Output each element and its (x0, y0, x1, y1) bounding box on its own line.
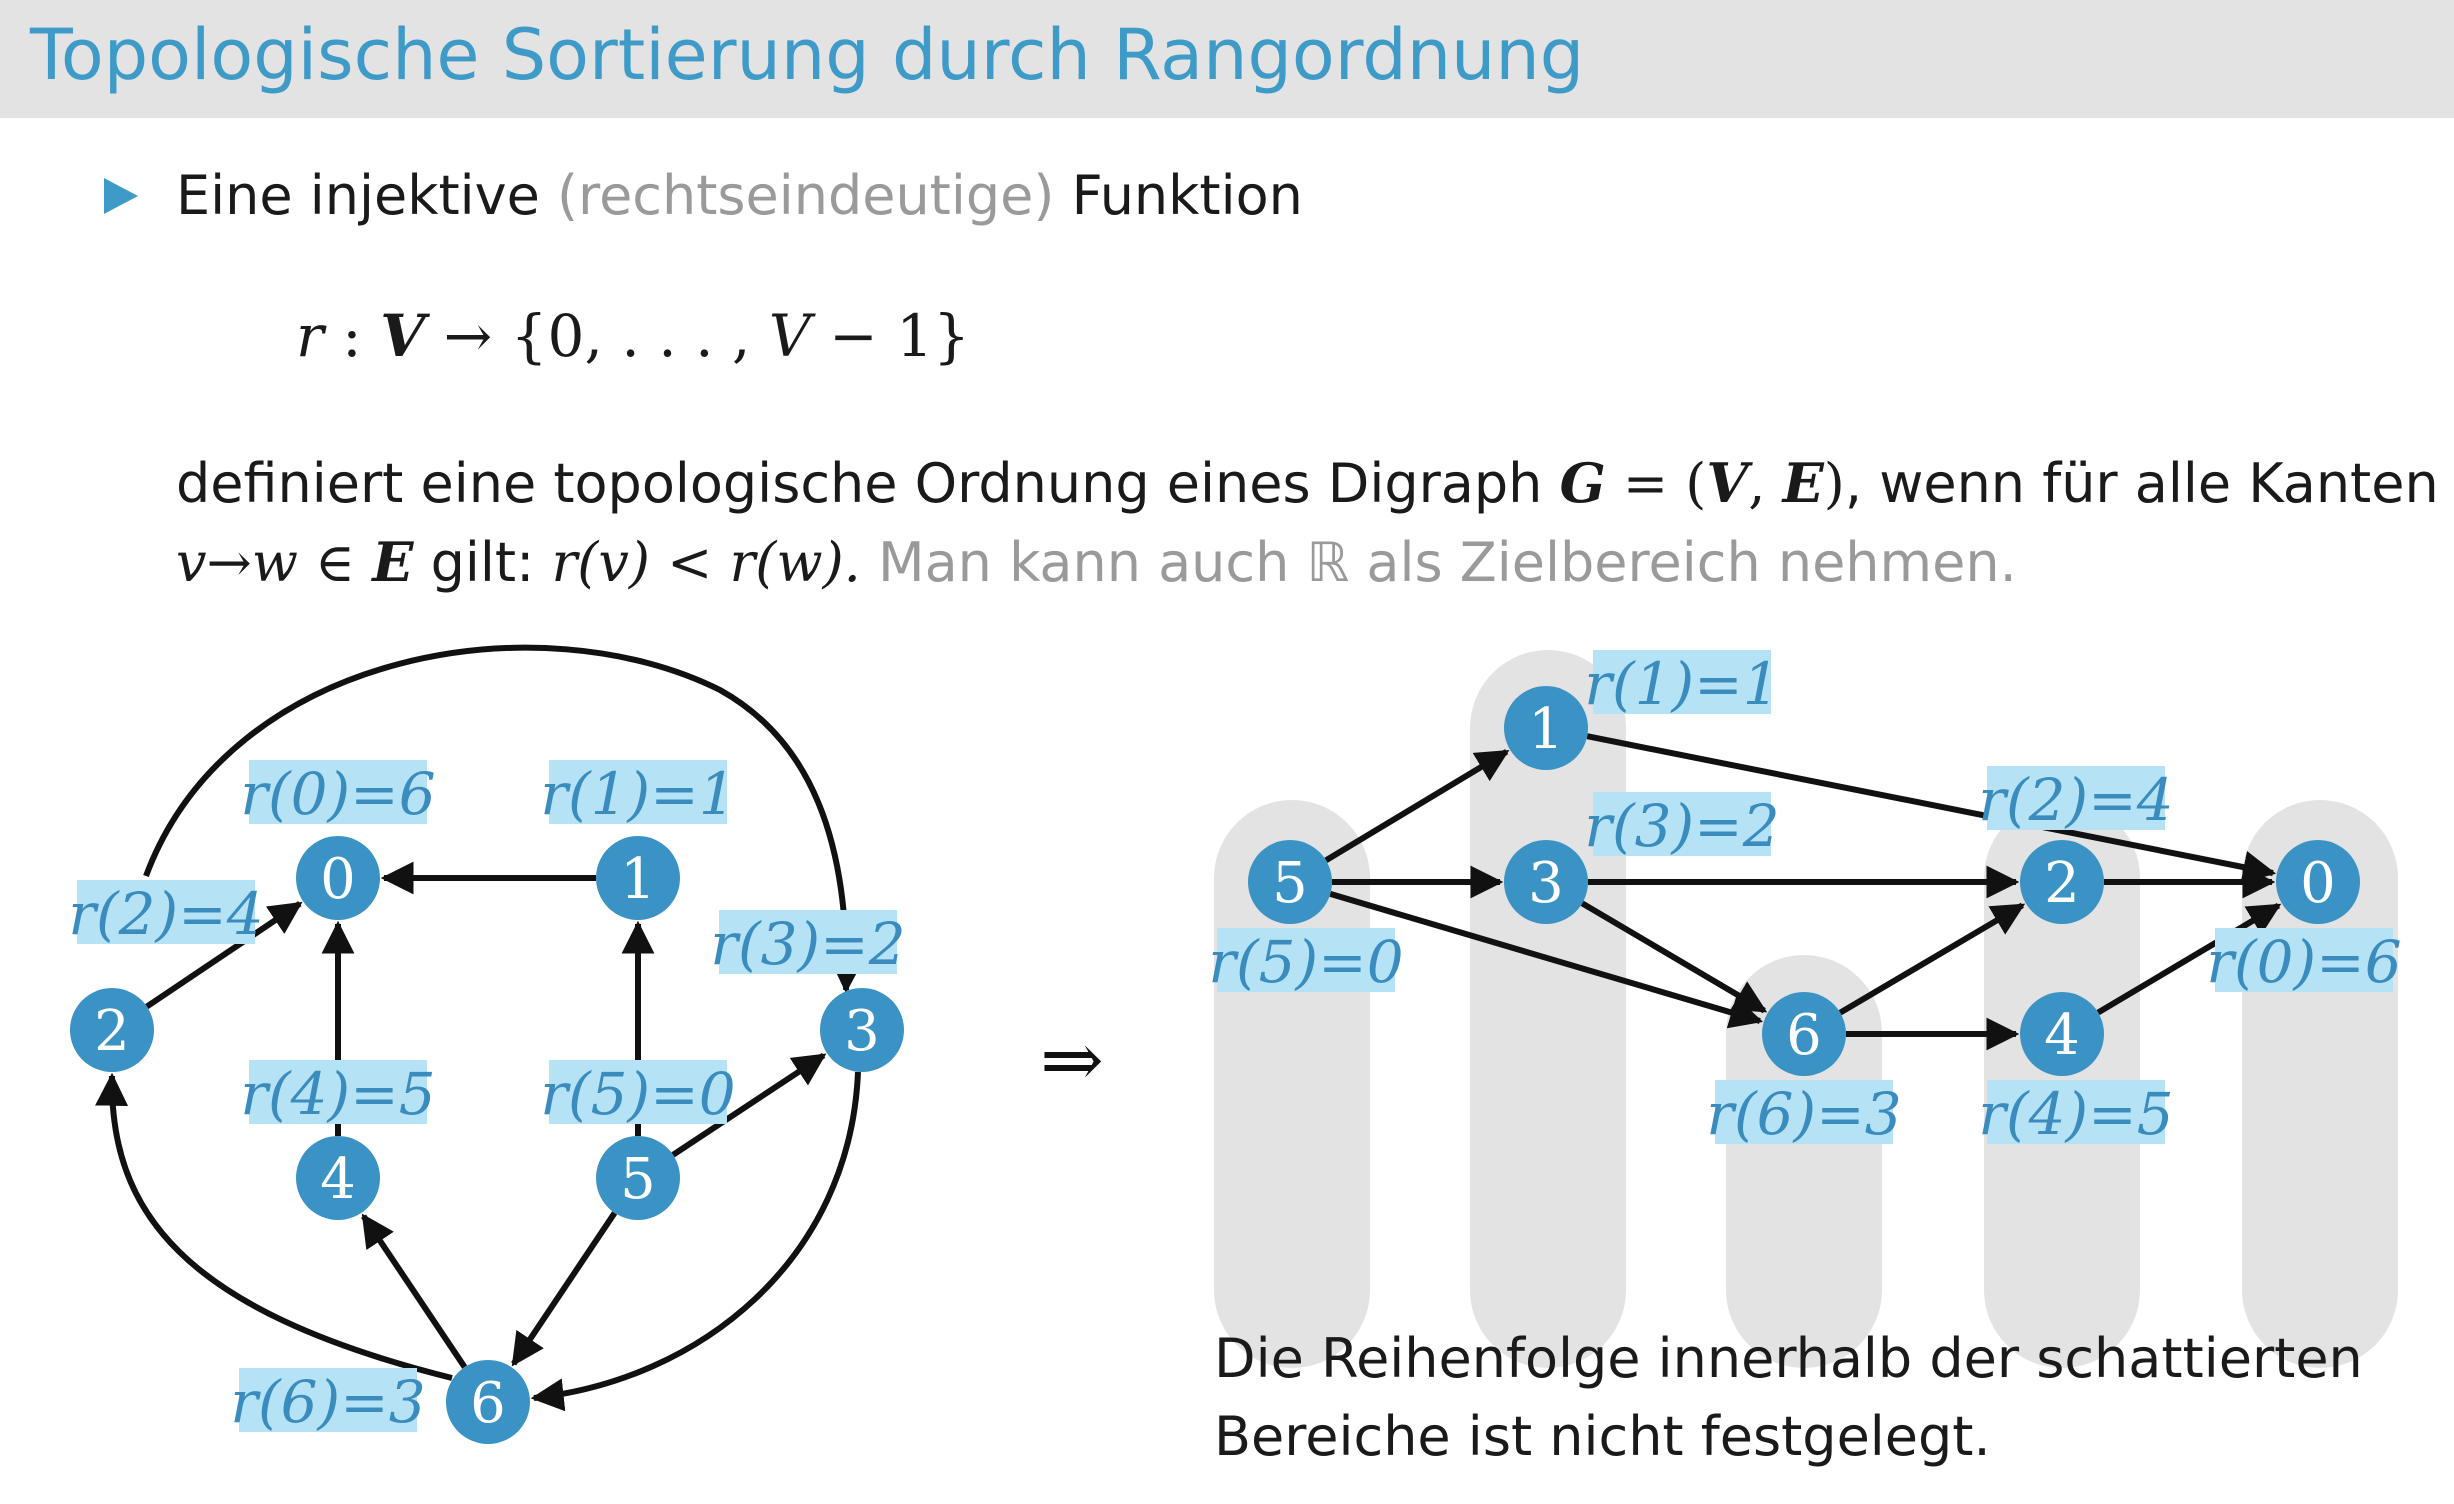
edge-left-6-4 (361, 1213, 468, 1369)
svg-text:r(6)=3: r(6)=3 (230, 1368, 425, 1436)
node-left-1: 1 (596, 836, 680, 920)
svg-text:r(4)=5: r(4)=5 (1978, 1080, 2173, 1148)
svg-text:2: 2 (2044, 851, 2080, 916)
node-right-0: 0 (2276, 840, 2360, 924)
graphs-svg: r(0)=6 r(1)=1 r(2)=4 r(3)=2 r(4)=5 r(5)=0 r(6)… (68, 644, 2402, 1444)
svg-text:r(1)=1: r(1)=1 (540, 760, 735, 828)
edge-left-5-6 (511, 1211, 618, 1367)
rank-label-right-0: r(0)=6 (2206, 928, 2402, 996)
svg-text:r(6)=3: r(6)=3 (1706, 1080, 1901, 1148)
rank-label-right-2: r(2)=4 (1978, 766, 2174, 834)
svg-text:6: 6 (470, 1371, 506, 1436)
svg-text:4: 4 (2044, 1003, 2080, 1068)
svg-text:5: 5 (1272, 851, 1308, 916)
shaded-region-note: Die Reihenfolge innerhalb der schattiert… (1214, 1320, 2363, 1476)
node-right-4: 4 (2020, 992, 2104, 1076)
svg-text:r(3)=2: r(3)=2 (1584, 792, 1779, 860)
svg-text:2: 2 (94, 999, 130, 1064)
svg-text:1: 1 (1528, 697, 1564, 762)
svg-text:4: 4 (320, 1147, 356, 1212)
svg-text:r(2)=4: r(2)=4 (1978, 766, 2173, 834)
node-left-2: 2 (70, 988, 154, 1072)
rank-label-right-5: r(5)=0 (1208, 928, 1404, 996)
node-right-3: 3 (1504, 840, 1588, 924)
node-left-0: 0 (296, 836, 380, 920)
node-right-2: 2 (2020, 840, 2104, 924)
node-left-3: 3 (820, 988, 904, 1072)
rank-label-left-2: r(2)=4 (68, 880, 264, 948)
rank-label-right-1: r(1)=1 (1584, 650, 1780, 718)
rank-label-left-4: r(4)=5 (240, 1060, 436, 1128)
rank-label-right-3: r(3)=2 (1584, 792, 1780, 860)
rank-label-right-4: r(4)=5 (1978, 1080, 2174, 1148)
rank-label-left-1: r(1)=1 (540, 760, 736, 828)
svg-text:r(3)=2: r(3)=2 (710, 910, 905, 978)
svg-text:r(0)=6: r(0)=6 (240, 760, 435, 828)
implies-arrow: ⇒ (1040, 1015, 1104, 1104)
svg-text:6: 6 (1786, 1003, 1822, 1068)
node-right-1: 1 (1504, 686, 1588, 770)
left-graph-edges (95, 644, 864, 1412)
svg-text:0: 0 (2300, 851, 2336, 916)
svg-text:3: 3 (844, 999, 880, 1064)
svg-text:1: 1 (620, 847, 656, 912)
svg-text:r(2)=4: r(2)=4 (68, 880, 263, 948)
rank-label-left-0: r(0)=6 (240, 760, 436, 828)
svg-text:0: 0 (320, 847, 356, 912)
svg-text:r(5)=0: r(5)=0 (540, 1060, 735, 1128)
svg-text:r(4)=5: r(4)=5 (240, 1060, 435, 1128)
svg-text:3: 3 (1528, 851, 1564, 916)
note-line-1: Die Reihenfolge innerhalb der schattiert… (1214, 1327, 2363, 1390)
node-right-5: 5 (1248, 840, 1332, 924)
rank-label-right-6: r(6)=3 (1706, 1080, 1902, 1148)
svg-text:r(5)=0: r(5)=0 (1208, 928, 1403, 996)
rank-label-left-5: r(5)=0 (540, 1060, 736, 1128)
svg-text:r(1)=1: r(1)=1 (1584, 650, 1779, 718)
rank-label-left-6: r(6)=3 (230, 1368, 426, 1436)
node-left-6: 6 (446, 1360, 530, 1444)
node-right-6: 6 (1762, 992, 1846, 1076)
node-left-5: 5 (596, 1136, 680, 1220)
svg-text:r(0)=6: r(0)=6 (2206, 928, 2401, 996)
node-left-4: 4 (296, 1136, 380, 1220)
rank-label-left-3: r(3)=2 (710, 910, 906, 978)
svg-text:5: 5 (620, 1147, 656, 1212)
note-line-2: Bereiche ist nicht festgelegt. (1214, 1405, 1991, 1468)
